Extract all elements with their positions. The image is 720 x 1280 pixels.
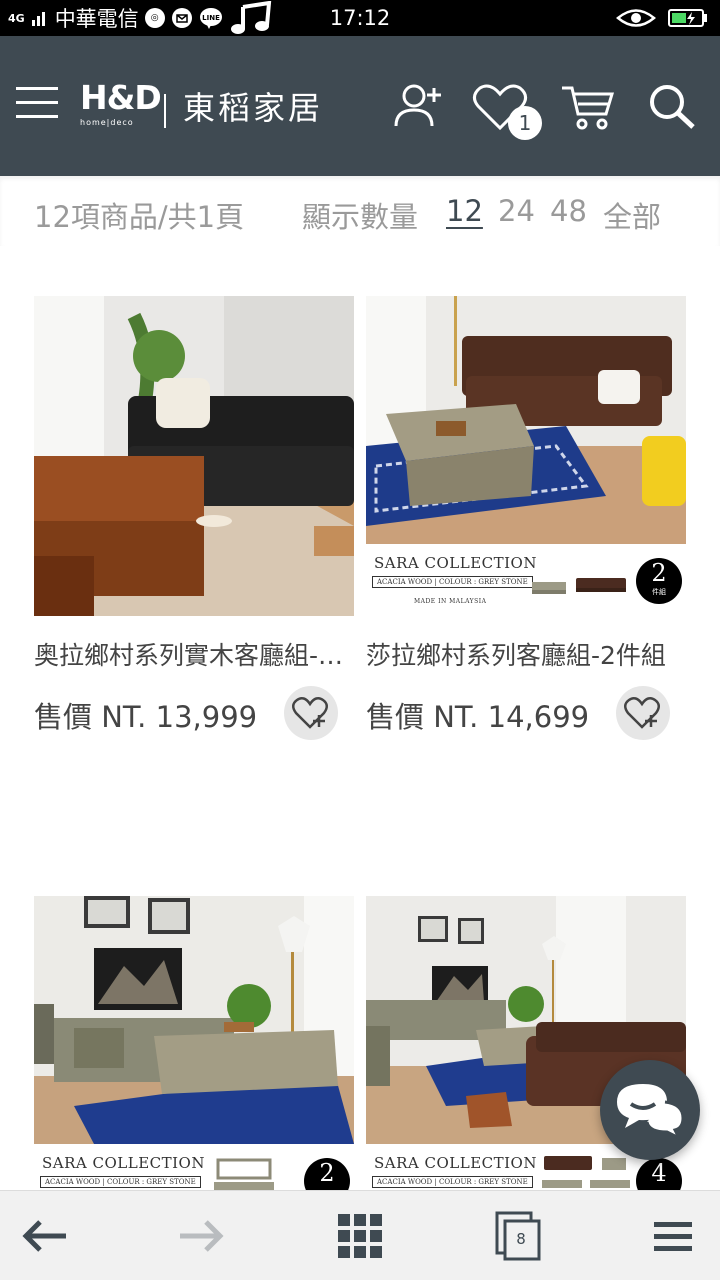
- grid-icon[interactable]: [335, 1211, 385, 1261]
- result-summary: 12項商品/共1頁: [34, 200, 245, 234]
- pieces-count: 2: [651, 559, 667, 587]
- site-logo[interactable]: H&D home|deco: [80, 78, 162, 136]
- site-header: H&D home|deco 東稻家居 1: [0, 36, 720, 176]
- menu-icon[interactable]: [648, 1211, 698, 1261]
- per-page-option-12[interactable]: 12: [446, 194, 483, 228]
- collection-title: SARA COLLECTION: [374, 1154, 537, 1172]
- logo-mark: H&D: [80, 78, 162, 117]
- account-icon[interactable]: [392, 80, 446, 134]
- battery-icon: [668, 7, 708, 29]
- search-icon[interactable]: [646, 80, 700, 134]
- pieces-count: 4: [651, 1159, 667, 1187]
- add-to-wishlist-button[interactable]: [616, 686, 670, 740]
- heart-plus-icon: [292, 696, 328, 729]
- product-card[interactable]: SARA COLLECTION ACACIA WOOD | COLOUR : G…: [34, 896, 354, 1190]
- per-page-option-24[interactable]: 24: [498, 194, 535, 228]
- collection-meta: ACACIA WOOD | COLOUR : GREY STONE: [372, 1176, 533, 1188]
- collection-banner: SARA COLLECTION ACACIA WOOD | COLOUR : G…: [34, 1144, 354, 1190]
- product-price: 售價 NT. 14,699: [366, 700, 590, 734]
- browser-bottom-nav: 8: [0, 1190, 720, 1280]
- wishlist-count-badge: 1: [508, 106, 542, 140]
- back-arrow-icon[interactable]: [20, 1211, 70, 1261]
- logo-divider: [164, 94, 166, 128]
- forward-arrow-icon[interactable]: [176, 1211, 226, 1261]
- collection-thumbnails: [542, 1156, 630, 1188]
- collection-title: SARA COLLECTION: [374, 554, 537, 572]
- logo-subtitle: home|deco: [80, 118, 134, 127]
- collection-thumbnails: [214, 1158, 274, 1190]
- per-page-label: 顯示數量: [302, 200, 419, 234]
- tab-count: 8: [516, 1230, 526, 1248]
- pieces-badge: 2 件組: [636, 558, 682, 604]
- heart-plus-icon: [624, 696, 660, 729]
- product-photo[interactable]: SARA COLLECTION ACACIA WOOD | COLOUR : G…: [34, 896, 354, 1190]
- collection-banner: SARA COLLECTION ACACIA WOOD | COLOUR : G…: [366, 544, 686, 616]
- product-name[interactable]: 奥拉鄉村系列實木客廳組-2件組: [34, 636, 354, 672]
- status-bar: 4G 中華電信 ◎ LINE 17:12: [0, 0, 720, 36]
- product-price: 售價 NT. 13,999: [34, 700, 258, 734]
- hamburger-menu-icon[interactable]: [16, 83, 60, 123]
- pieces-unit: 件組: [652, 588, 666, 596]
- chat-button[interactable]: [600, 1060, 700, 1160]
- product-photo[interactable]: [34, 296, 354, 616]
- brand-name[interactable]: 東稻家居: [183, 86, 323, 130]
- product-card[interactable]: 奥拉鄉村系列實木客廳組-2件組 售價 NT. 13,999: [34, 296, 354, 756]
- pieces-count: 2: [319, 1159, 335, 1187]
- product-card[interactable]: SARA COLLECTION ACACIA WOOD | COLOUR : G…: [366, 296, 686, 756]
- tabs-icon[interactable]: 8: [494, 1211, 544, 1261]
- cart-icon[interactable]: [560, 80, 615, 134]
- chat-bubbles-icon: [617, 1084, 685, 1140]
- per-page-option-all[interactable]: 全部: [603, 194, 661, 236]
- collection-meta: ACACIA WOOD | COLOUR : GREY STONE: [372, 576, 533, 588]
- collection-origin: MADE IN MALAYSIA: [414, 598, 487, 605]
- listing-toolbar: 12項商品/共1頁 顯示數量 12 24 48 全部: [0, 176, 720, 246]
- add-to-wishlist-button[interactable]: [284, 686, 338, 740]
- pieces-badge: 2: [304, 1158, 350, 1190]
- eye-icon: [616, 7, 656, 29]
- pieces-badge: 4: [636, 1158, 682, 1190]
- clock: 17:12: [329, 6, 391, 30]
- collection-meta: ACACIA WOOD | COLOUR : GREY STONE: [40, 1176, 201, 1188]
- product-photo[interactable]: SARA COLLECTION ACACIA WOOD | COLOUR : G…: [366, 296, 686, 616]
- per-page-option-48[interactable]: 48: [550, 194, 587, 228]
- collection-thumbnails: [532, 578, 626, 594]
- product-name[interactable]: 莎拉鄉村系列客廳組-2件組: [366, 636, 686, 672]
- collection-title: SARA COLLECTION: [42, 1154, 205, 1172]
